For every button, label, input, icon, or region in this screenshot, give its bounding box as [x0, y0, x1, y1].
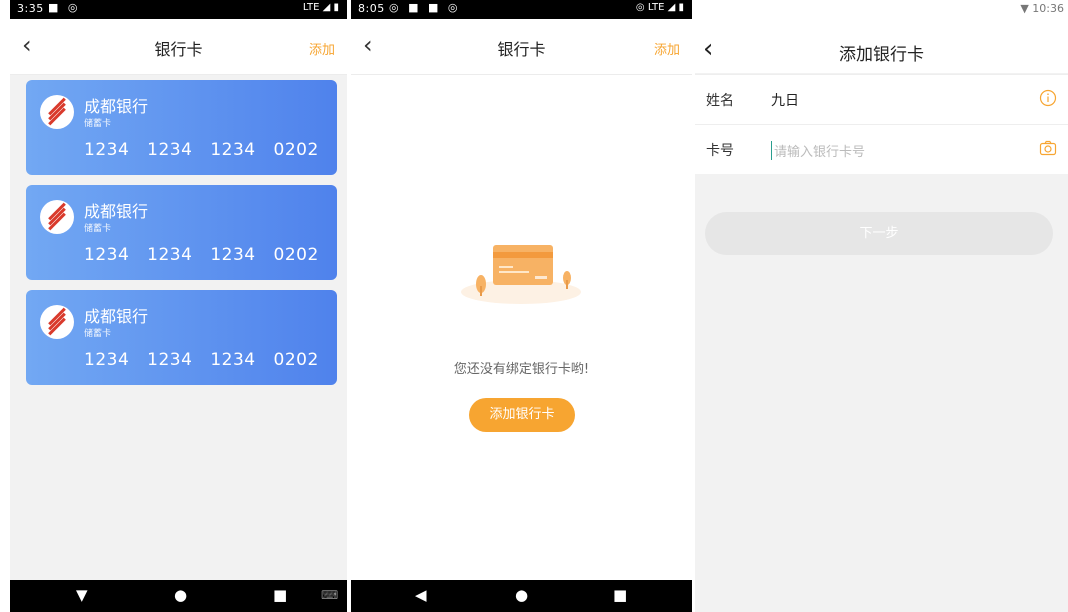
info-icon[interactable] [1039, 89, 1057, 107]
add-button[interactable]: 添加 [309, 39, 335, 58]
status-icons: ◎ ■ ■ ◎ [389, 1, 461, 14]
empty-card-screen: 8:05 ◎ ■ ■ ◎ ◎ LTE ◢ ▮ ‹ 银行卡 添加 您还没有绑定银行… [351, 0, 692, 612]
bank-card[interactable]: 成都银行 储蓄卡 1234 1234 1234 0202 [26, 185, 337, 280]
card-number: 1234 1234 1234 0202 [84, 245, 319, 265]
status-bar: 8:05 ◎ ■ ■ ◎ ◎ LTE ◢ ▮ [351, 0, 692, 19]
card-number-input[interactable]: 请输入银行卡号 [771, 141, 865, 160]
status-bar: 3:35 ■ ◎ LTE ◢ ▮ [10, 0, 347, 19]
home-icon[interactable]: ● [515, 586, 528, 604]
bank-logo-icon [40, 305, 74, 339]
back-triangle-icon[interactable]: ▼ [76, 586, 88, 604]
empty-message: 您还没有绑定银行卡哟! [453, 362, 590, 377]
back-triangle-icon[interactable]: ◀ [415, 586, 427, 604]
page-title: 添加银行卡 [839, 45, 924, 65]
bank-logo-icon [40, 200, 74, 234]
add-button[interactable]: 添加 [654, 39, 680, 58]
name-row: 姓名 九日 [695, 74, 1068, 124]
recents-icon[interactable]: ■ [273, 586, 287, 604]
name-label: 姓名 [706, 93, 734, 109]
nav-bar: ‹ 银行卡 添加 [10, 19, 347, 75]
bank-card[interactable]: 成都银行 储蓄卡 1234 1234 1234 0202 [26, 80, 337, 175]
bank-name: 成都银行 [84, 307, 149, 326]
status-time: 3:35 [17, 2, 44, 15]
recents-icon[interactable]: ■ [613, 586, 627, 604]
bank-card[interactable]: 成都银行 储蓄卡 1234 1234 1234 0202 [26, 290, 337, 385]
page-title: 银行卡 [497, 40, 546, 59]
camera-icon[interactable] [1039, 139, 1057, 157]
card-number: 1234 1234 1234 0202 [84, 140, 319, 160]
card-type: 储蓄卡 [84, 224, 112, 234]
nav-bar: ‹ 银行卡 添加 [351, 19, 692, 75]
signal-battery-icons: LTE ◢ ▮ [302, 2, 339, 13]
add-bank-card-button[interactable]: 添加银行卡 [469, 398, 575, 432]
system-nav-bar: ▼ ● ■ ⌨ [10, 580, 347, 612]
card-number-label: 卡号 [706, 143, 734, 159]
next-step-button[interactable]: 下一步 [705, 212, 1053, 255]
nav-bar: ▼ 10:36 ‹ 添加银行卡 [695, 0, 1068, 73]
bank-name: 成都银行 [84, 97, 149, 116]
status-time: 8:05 [358, 2, 385, 15]
keyboard-icon[interactable]: ⌨ [321, 588, 338, 602]
add-bank-card-screen: ▼ 10:36 ‹ 添加银行卡 姓名 九日 卡号 请输入银行卡号 下一步 [695, 0, 1068, 612]
name-value: 九日 [771, 93, 799, 109]
signal-battery-icons: ◎ LTE ◢ ▮ [635, 2, 684, 13]
bank-logo-icon [40, 95, 74, 129]
bank-name: 成都银行 [84, 202, 149, 221]
card-type: 储蓄卡 [84, 329, 112, 339]
system-nav-bar: ◀ ● ■ [351, 580, 692, 612]
home-icon[interactable]: ● [174, 586, 187, 604]
page-title: 银行卡 [154, 40, 203, 59]
card-type: 储蓄卡 [84, 119, 112, 129]
status-time: ▼ 10:36 [1020, 2, 1064, 15]
empty-card-illustration-icon [461, 245, 581, 304]
bank-card-list-screen: 3:35 ■ ◎ LTE ◢ ▮ ‹ 银行卡 添加 成都银行 储蓄卡 1234 … [10, 0, 347, 612]
card-number-row[interactable]: 卡号 请输入银行卡号 [695, 124, 1068, 174]
status-icons: ■ ◎ [48, 1, 81, 14]
card-number: 1234 1234 1234 0202 [84, 350, 319, 370]
